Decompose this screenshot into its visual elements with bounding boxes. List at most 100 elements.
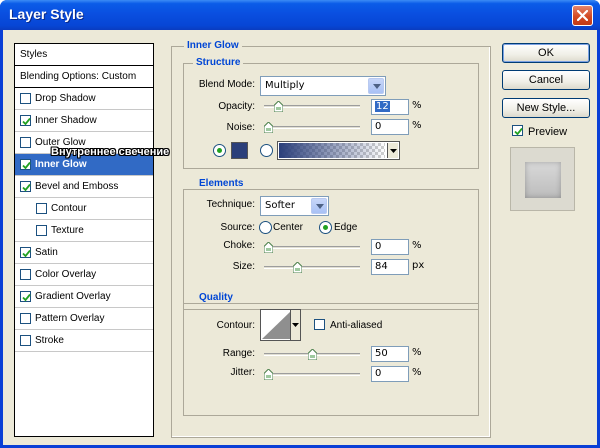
gradient-picker[interactable] [277,141,400,160]
checkmark-icon [22,249,31,258]
slider-thumb-icon[interactable] [274,101,283,112]
noise-input[interactable]: 0 [371,119,409,135]
size-input[interactable]: 84 [371,259,409,275]
styles-list-item-label: Color Overlay [35,269,97,280]
slider-track [264,266,360,269]
styles-list-item-label: Contour [51,203,87,214]
slider-track [264,246,360,249]
new-style-button[interactable]: New Style... [502,98,590,118]
styles-list-item[interactable]: Color Overlay [15,264,153,286]
styles-list-item[interactable]: Texture [15,220,153,242]
opacity-slider[interactable] [264,101,360,113]
size-slider[interactable] [264,262,360,274]
styles-list-item-label: Stroke [35,335,64,346]
jitter-input[interactable]: 0 [371,366,409,382]
styles-list-item[interactable]: Satin [15,242,153,264]
technique-value: Softer [265,200,295,211]
cancel-button[interactable]: Cancel [502,70,590,90]
title-bar[interactable]: Layer Style [0,0,600,30]
style-checkbox[interactable] [20,93,31,104]
checkmark-icon [22,293,31,302]
blend-mode-label: Blend Mode: [198,79,255,90]
dialog-body: Styles Blending Options: Custom Drop Shado… [3,30,597,445]
style-preview-swatch [525,162,561,198]
preview-label: Preview [528,126,568,138]
styles-list-item[interactable]: Blending Options: Custom [15,66,153,88]
slider-thumb-icon[interactable] [308,349,317,360]
opacity-input[interactable]: 12 [371,99,409,115]
slider-thumb-icon[interactable] [264,122,273,133]
style-checkbox[interactable] [36,225,47,236]
slider-thumb-icon[interactable] [264,369,273,380]
gradient-radio[interactable] [260,144,273,157]
chevron-down-icon [368,78,384,94]
ok-button[interactable]: OK [502,43,590,63]
range-unit: % [412,347,422,358]
opacity-label: Opacity: [218,101,255,112]
elements-heading: Elements [196,178,247,189]
glow-color-swatch[interactable] [231,142,248,159]
choke-slider[interactable] [264,242,360,254]
style-checkbox[interactable] [20,247,31,258]
noise-unit: % [412,120,422,131]
jitter-slider[interactable] [264,369,360,381]
styles-list-item-label: Satin [35,247,58,258]
checkmark-icon [22,117,31,126]
source-center-radio[interactable] [259,221,272,234]
anti-aliased-label: Anti-aliased [330,320,383,331]
range-input[interactable]: 50 [371,346,409,362]
color-radio[interactable] [213,144,226,157]
checkmark-icon [22,161,31,170]
source-label: Source: [220,222,255,233]
technique-select[interactable]: Softer [260,196,329,216]
styles-list-item-label: Bevel and Emboss [35,181,119,192]
styles-list-item[interactable]: Bevel and Emboss [15,176,153,198]
inner-glow-heading: Inner Glow [184,40,242,51]
contour-picker[interactable] [260,309,301,341]
size-label: Size: [232,261,255,272]
styles-list-item[interactable]: Contour [15,198,153,220]
styles-list-item-label: Pattern Overlay [35,313,105,324]
quality-heading: Quality [196,292,236,303]
style-checkbox[interactable] [20,137,31,148]
style-checkbox[interactable] [20,313,31,324]
close-button[interactable] [572,5,593,26]
close-icon [577,10,588,21]
gradient-preview [279,143,385,158]
layer-style-dialog: Layer Style Styles Blending Options: Cust… [0,0,600,448]
source-center-label: Center [273,222,304,233]
contour-curve-icon [262,311,291,339]
styles-list-item-label: Styles [20,49,48,60]
slider-thumb-icon[interactable] [293,262,302,273]
styles-list-item[interactable]: Drop Shadow [15,88,153,110]
style-checkbox[interactable] [20,159,31,170]
blend-mode-value: Multiply [265,80,305,91]
caret-down-icon[interactable] [387,143,398,158]
styles-list-item-label: Texture [51,225,84,236]
styles-list-item[interactable]: Gradient Overlay [15,286,153,308]
styles-list-item[interactable]: Styles [15,44,153,66]
styles-list-item[interactable]: Pattern Overlay [15,308,153,330]
noise-label: Noise: [226,122,255,133]
preview-checkbox[interactable] [512,125,523,136]
size-unit: px [412,260,425,271]
style-checkbox[interactable] [20,291,31,302]
styles-list-item[interactable]: Inner Shadow [15,110,153,132]
choke-input[interactable]: 0 [371,239,409,255]
style-checkbox[interactable] [20,335,31,346]
slider-thumb-icon[interactable] [264,242,273,253]
styles-list-item[interactable]: Stroke [15,330,153,352]
source-edge-radio[interactable] [319,221,332,234]
anti-aliased-checkbox[interactable] [314,319,325,330]
blend-mode-select[interactable]: Multiply [260,76,386,96]
style-checkbox[interactable] [36,203,47,214]
noise-slider[interactable] [264,122,360,134]
chevron-down-icon [311,198,327,214]
style-checkbox[interactable] [20,269,31,280]
caret-down-icon[interactable] [290,310,300,340]
style-preview-box [510,147,575,211]
range-slider[interactable] [264,349,360,361]
style-checkbox[interactable] [20,181,31,192]
style-checkbox[interactable] [20,115,31,126]
styles-list-item-label: Drop Shadow [35,93,96,104]
